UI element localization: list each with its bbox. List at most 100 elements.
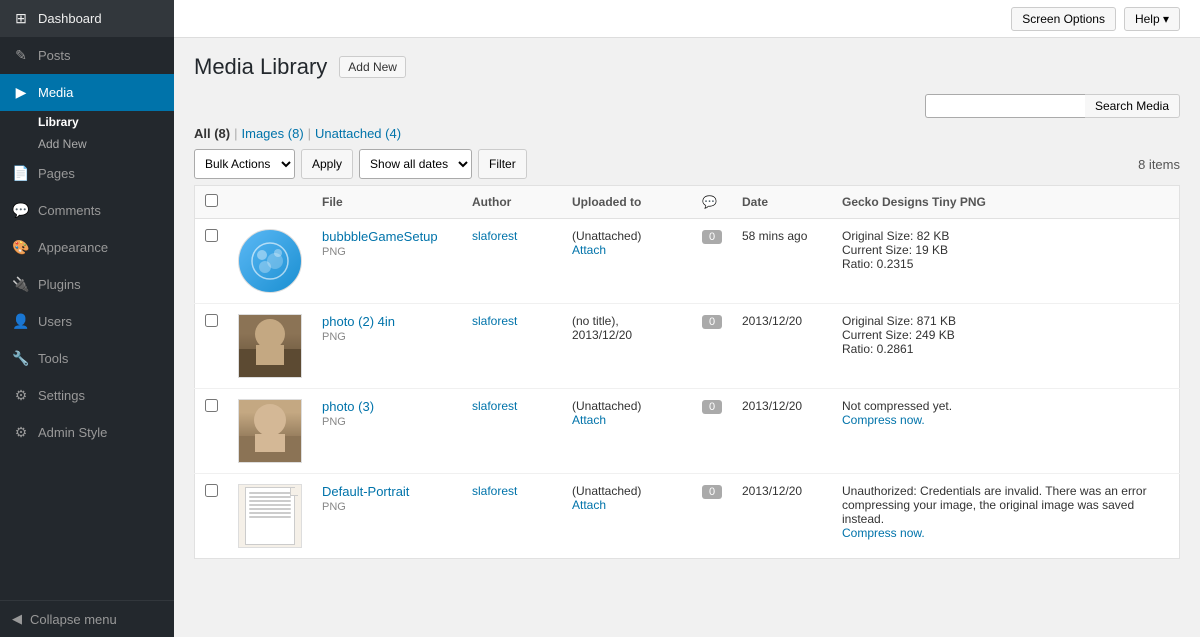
file-name-link[interactable]: photo (3) — [322, 399, 374, 414]
apply-button[interactable]: Apply — [301, 149, 353, 179]
author-link[interactable]: slaforest — [472, 314, 517, 328]
table-row: Default-Portrait PNG slaforest (Unattach… — [195, 474, 1180, 559]
sidebar-item-pages[interactable]: 📄 Pages — [0, 155, 174, 192]
filter-tab-unattached[interactable]: Unattached (4) — [315, 126, 401, 141]
thumbnail — [238, 399, 302, 463]
sidebar-item-users[interactable]: 👤 Users — [0, 303, 174, 340]
thumbnail — [238, 229, 302, 293]
not-compressed-text: Not compressed yet. — [842, 399, 952, 413]
topbar: Screen Options Help ▾ — [174, 0, 1200, 38]
sidebar-sub-library[interactable]: Library — [0, 111, 174, 133]
table-row: bubbbleGameSetup PNG slaforest (Unattach… — [195, 219, 1180, 304]
screen-options-button[interactable]: Screen Options — [1011, 7, 1116, 31]
thumbnail — [238, 484, 302, 548]
page-title: Media Library — [194, 54, 327, 80]
date-cell: 2013/12/20 — [732, 474, 832, 559]
th-author: Author — [462, 186, 562, 219]
main-content: Screen Options Help ▾ Media Library Add … — [174, 0, 1200, 637]
posts-icon: ✎ — [12, 47, 30, 64]
sidebar-item-label: Media — [38, 85, 73, 100]
author-link[interactable]: slaforest — [472, 484, 517, 498]
sidebar-item-label: Dashboard — [38, 11, 102, 26]
plugins-icon: 🔌 — [12, 276, 30, 293]
collapse-label: Collapse menu — [30, 612, 117, 627]
search-input[interactable] — [925, 94, 1085, 118]
comment-count: 0 — [702, 485, 722, 499]
comment-count: 0 — [702, 230, 722, 244]
attach-link[interactable]: Attach — [572, 498, 606, 512]
file-name-link[interactable]: Default-Portrait — [322, 484, 409, 499]
sidebar-sub-add-new[interactable]: Add New — [0, 133, 174, 155]
appearance-icon: 🎨 — [12, 239, 30, 256]
comments-icon: 💬 — [12, 202, 30, 219]
th-file: File — [312, 186, 462, 219]
sidebar-item-posts[interactable]: ✎ Posts — [0, 37, 174, 74]
file-name-link[interactable]: bubbbleGameSetup — [322, 229, 438, 244]
sidebar-item-label: Users — [38, 314, 72, 329]
pages-icon: 📄 — [12, 165, 30, 182]
select-all-checkbox[interactable] — [205, 194, 218, 207]
tools-icon: 🔧 — [12, 350, 30, 367]
uploaded-status: (Unattached) — [572, 229, 641, 243]
sidebar-item-plugins[interactable]: 🔌 Plugins — [0, 266, 174, 303]
th-uploaded: Uploaded to — [562, 186, 692, 219]
sidebar-item-label: Admin Style — [38, 425, 107, 440]
thumbnail — [238, 314, 302, 378]
th-comment: 💬 — [692, 186, 732, 219]
users-icon: 👤 — [12, 313, 30, 330]
author-link[interactable]: slaforest — [472, 229, 517, 243]
sidebar-item-settings[interactable]: ⚙ Settings — [0, 377, 174, 414]
filter-tabs: All (8) | Images (8) | Unattached (4) — [194, 126, 1180, 141]
row-checkbox[interactable] — [205, 484, 218, 497]
help-button[interactable]: Help ▾ — [1124, 7, 1180, 31]
media-icon: ▶ — [12, 84, 30, 101]
settings-icon: ⚙ — [12, 387, 30, 404]
sidebar-item-appearance[interactable]: 🎨 Appearance — [0, 229, 174, 266]
compress-link[interactable]: Compress now. — [842, 526, 925, 540]
file-type: PNG — [322, 246, 346, 258]
filter-tab-images[interactable]: Images (8) — [242, 126, 304, 141]
library-label: Library — [38, 115, 79, 129]
sidebar-item-media[interactable]: ▶ Media — [0, 74, 174, 111]
author-link[interactable]: slaforest — [472, 399, 517, 413]
attach-link[interactable]: Attach — [572, 243, 606, 257]
gecko-info: Original Size: 82 KBCurrent Size: 19 KBR… — [832, 219, 1180, 304]
content-area: Media Library Add New Search Media All (… — [174, 38, 1200, 637]
sidebar-item-comments[interactable]: 💬 Comments — [0, 192, 174, 229]
date-cell: 2013/12/20 — [732, 389, 832, 474]
row-checkbox[interactable] — [205, 229, 218, 242]
search-media-button[interactable]: Search Media — [1085, 94, 1180, 118]
file-type: PNG — [322, 331, 346, 343]
comment-count: 0 — [702, 400, 722, 414]
admin-style-icon: ⚙ — [12, 424, 30, 441]
search-row: Search Media — [194, 94, 1180, 118]
comment-count: 0 — [702, 315, 722, 329]
sidebar: ⊞ Dashboard ✎ Posts ▶ Media Library Add … — [0, 0, 174, 637]
sidebar-item-label: Pages — [38, 166, 75, 181]
table-row: photo (3) PNG slaforest (Unattached) Att… — [195, 389, 1180, 474]
item-count: 8 items — [1138, 157, 1180, 172]
collapse-menu[interactable]: ◀ Collapse menu — [0, 600, 174, 637]
row-checkbox[interactable] — [205, 314, 218, 327]
sidebar-item-admin-style[interactable]: ⚙ Admin Style — [0, 414, 174, 451]
filter-button[interactable]: Filter — [478, 149, 527, 179]
compress-link[interactable]: Compress now. — [842, 413, 925, 427]
uploaded-status: (no title), — [572, 314, 619, 328]
file-type: PNG — [322, 501, 346, 513]
row-checkbox[interactable] — [205, 399, 218, 412]
bulk-actions-select[interactable]: Bulk Actions — [194, 149, 295, 179]
sidebar-item-dashboard[interactable]: ⊞ Dashboard — [0, 0, 174, 37]
file-name-link[interactable]: photo (2) 4in — [322, 314, 395, 329]
show-dates-select[interactable]: Show all dates — [359, 149, 472, 179]
attach-link[interactable]: Attach — [572, 413, 606, 427]
page-header: Media Library Add New — [194, 54, 1180, 80]
add-new-button[interactable]: Add New — [339, 56, 406, 78]
sidebar-item-tools[interactable]: 🔧 Tools — [0, 340, 174, 377]
dashboard-icon: ⊞ — [12, 10, 30, 27]
gecko-error-text: Unauthorized: Credentials are invalid. T… — [842, 484, 1147, 526]
sidebar-item-label: Tools — [38, 351, 68, 366]
sidebar-item-label: Appearance — [38, 240, 108, 255]
sidebar-item-label: Comments — [38, 203, 101, 218]
filter-tab-all[interactable]: All (8) — [194, 126, 230, 141]
date-cell: 2013/12/20 — [732, 304, 832, 389]
